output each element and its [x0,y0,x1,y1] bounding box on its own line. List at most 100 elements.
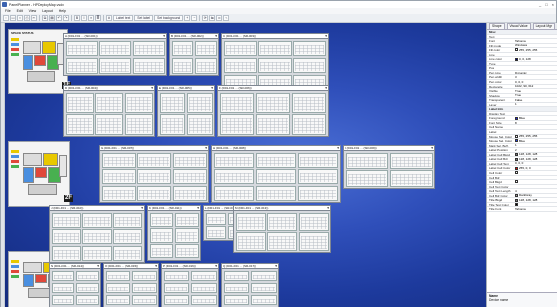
patch-panel[interactable] [105,270,131,282]
patch-panel[interactable] [65,114,94,135]
panel-group-title[interactable]: H (D01-F01 ... (SR-008)) ▾ [212,146,340,151]
label-text-field[interactable]: Label text [113,15,134,21]
patch-panel[interactable] [389,170,433,187]
maximize-button[interactable]: □ [545,1,547,8]
collapse-icon[interactable]: ▾ [337,146,339,150]
panel-group[interactable]: E (D01-F01 ... (SR-005)) ▾ [157,85,215,137]
patch-panel[interactable] [51,229,81,244]
patch-panel[interactable] [223,294,250,306]
patch-panel[interactable] [132,57,165,74]
property-value[interactable] [515,125,557,129]
panel-group[interactable]: Q (D01-F01 ... (SR-017)) ▾ [221,263,279,307]
patch-panel[interactable] [258,40,292,57]
property-value[interactable] [515,30,557,34]
panel-group[interactable]: D (D01-F01 ... (SR-004)) ▾ [63,85,155,137]
floor-plan-2[interactable] [8,141,70,207]
panel-group-title[interactable]: F (D01-F01 ... (SR-006)) ▾ [218,86,328,91]
panel-group-title[interactable]: G (D01-F01 ... (SR-007)) ▾ [100,146,208,151]
patch-panel[interactable] [186,114,213,135]
patch-panel[interactable] [51,294,75,306]
patch-panel[interactable] [99,40,131,57]
patch-panel[interactable] [174,212,199,227]
tab-visual-value[interactable]: Visual Value [506,23,531,29]
align-center-icon[interactable]: ≣ [95,15,101,21]
patch-panel[interactable] [190,282,217,294]
patch-panel[interactable] [149,228,174,243]
patch-panel[interactable] [255,185,297,201]
collapse-icon[interactable]: ▾ [215,264,217,268]
patch-panel[interactable] [51,245,81,261]
collapse-icon[interactable]: ▾ [325,86,327,90]
patch-panel[interactable] [137,152,171,168]
property-value[interactable]: Windows [515,44,557,48]
panel-group[interactable]: F (D01-F01 ... (SR-006)) ▾ [217,85,329,137]
flip-icon[interactable]: ⇋ [209,15,216,21]
patch-panel[interactable] [291,92,327,113]
patch-panel[interactable] [82,229,112,244]
patch-panel[interactable] [298,232,329,251]
property-value[interactable]: Tahoma [515,39,557,43]
panel-group-title[interactable]: I (D01-F01 ... (SR-009)) ▾ [344,146,434,151]
tab-shape[interactable]: Shape [489,23,505,29]
panel-group[interactable]: B (D01-F01 ... (SR-002)) ▾ [169,33,219,76]
patch-panel[interactable] [75,270,99,282]
floor-plan-1[interactable]: SPACE STATUS [8,29,68,94]
property-value[interactable]: 1 [515,144,557,148]
align-left-icon[interactable]: ≡ [88,15,94,21]
save-icon[interactable]: ▪ [17,15,23,21]
rotate-icon[interactable]: ⟳ [202,15,209,21]
tab-layout-mgr[interactable]: Layout Mgr [532,23,556,29]
patch-panel[interactable] [190,294,217,306]
property-value[interactable]: 4 [515,189,557,193]
patch-panel[interactable] [82,212,112,228]
patch-panel[interactable] [235,232,266,251]
patch-panel[interactable] [51,282,75,294]
property-value[interactable]: 255, 255, 255 [515,48,557,52]
collapse-icon[interactable]: ▾ [205,146,207,150]
panel-group[interactable]: C (D01-F01 ... (SR-003)) ▾ [221,33,329,93]
patch-panel[interactable] [124,92,153,113]
open-icon[interactable]: ▭ [10,15,16,21]
property-value[interactable]: 1 [515,103,557,107]
patch-panel[interactable] [171,57,194,74]
property-value[interactable] [515,176,557,180]
patch-panel[interactable] [267,212,297,231]
property-value[interactable] [515,112,557,116]
grid-icon[interactable]: # [106,15,112,21]
property-value[interactable]: 255, 255, 255 [515,135,557,138]
set-background-combo[interactable]: Set background [154,15,184,21]
panel-group-title[interactable]: J (D01-F01 ... (SR-010)) ▾ [50,206,144,211]
panel-group[interactable]: A (D01-F01 ... (SR-001)) ▾ [63,33,167,76]
patch-panel[interactable] [75,282,99,294]
panel-group-title[interactable]: N (D01-F01 ... (SR-014)) ▾ [50,264,100,269]
panel-group-title[interactable]: O (D01-F01 ... (SR-015)) ▾ [104,264,158,269]
patch-panel[interactable] [137,185,171,201]
patch-panel[interactable] [95,92,123,113]
property-value[interactable]: Blue [515,116,557,120]
patch-panel[interactable] [250,270,277,282]
patch-panel[interactable] [101,185,136,201]
collapse-icon[interactable]: ▾ [197,206,199,210]
collapse-icon[interactable]: ▾ [151,86,153,90]
set-label-combo[interactable]: Set label [134,15,154,21]
patch-panel[interactable] [194,57,217,74]
patch-panel[interactable] [131,294,157,306]
panel-group-title[interactable]: P (D01-F01 ... (SR-016)) ▾ [162,264,218,269]
property-value[interactable] [515,185,557,189]
unlink-icon[interactable]: ⌁ [223,15,230,21]
patch-panel[interactable] [65,57,98,74]
property-value[interactable]: 8 [515,121,557,125]
panel-group[interactable]: G (D01-F01 ... (SR-007)) ▾ [99,145,209,203]
patch-panel[interactable] [101,169,136,184]
collapse-icon[interactable]: ▾ [431,146,433,150]
property-value[interactable]: 255, 0, 0 [515,166,557,170]
patch-panel[interactable] [213,185,255,201]
patch-panel[interactable] [213,152,255,168]
patch-panel[interactable] [159,92,186,113]
new-icon[interactable]: ▫ [3,15,9,21]
patch-panel[interactable] [297,152,339,168]
property-value[interactable] [515,66,557,70]
property-value[interactable]: 3 [515,75,557,79]
patch-panel[interactable] [223,270,250,282]
patch-panel[interactable] [235,212,266,231]
